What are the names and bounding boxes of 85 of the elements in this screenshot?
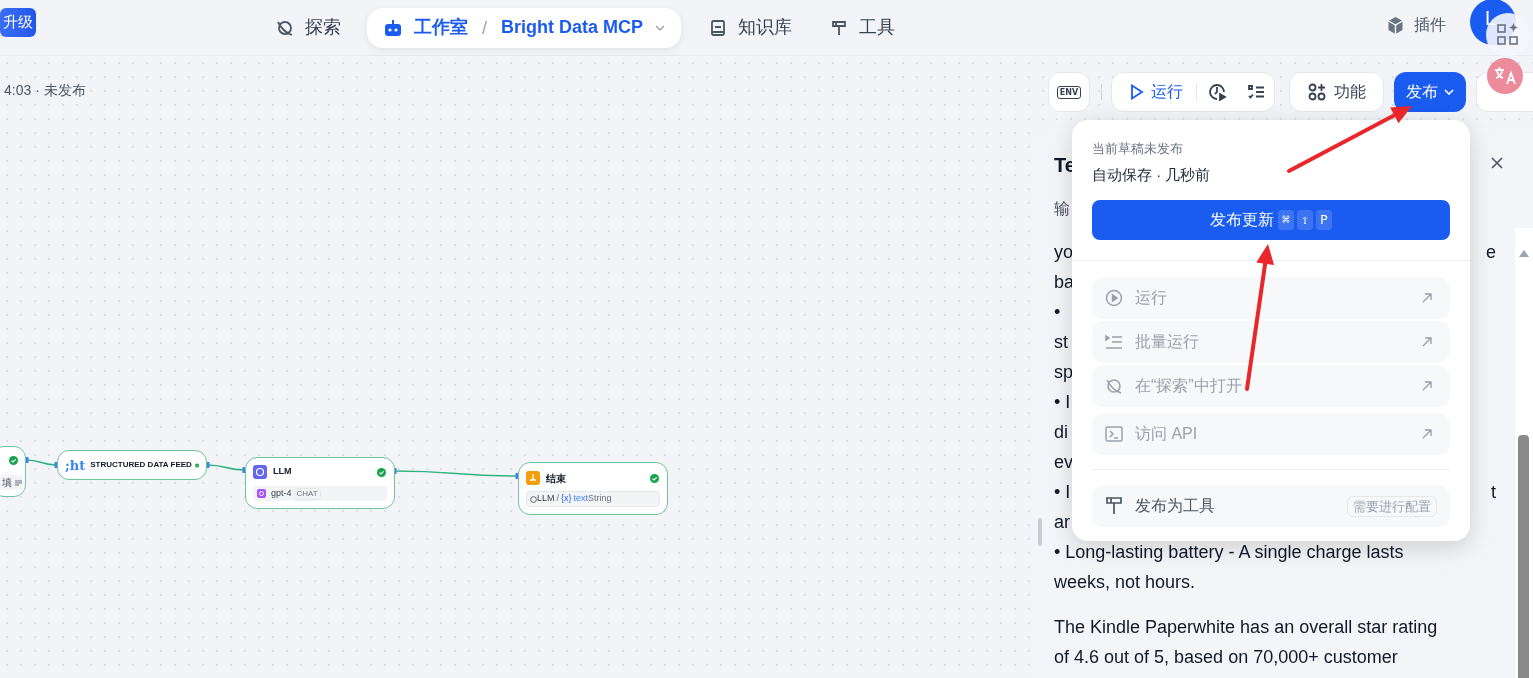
checklist-icon[interactable] <box>1247 84 1265 100</box>
output-text: • I <box>1054 480 1071 504</box>
output-text: • <box>1054 300 1061 324</box>
output-text: • I <box>1054 390 1071 414</box>
external-link-icon <box>1422 381 1432 391</box>
hammer-icon <box>830 18 849 37</box>
output-text: st <box>1054 330 1068 354</box>
output-text: weeks, not hours. <box>1054 570 1196 594</box>
widgets-icon <box>1307 83 1326 101</box>
book-icon <box>709 18 728 37</box>
workflow-node[interactable]: ;ht STRUCTURED DATA FEED <box>57 450 207 480</box>
scroll-up-icon[interactable] <box>1519 250 1529 257</box>
workflow-node[interactable]: 填 <box>0 446 26 497</box>
planet-icon <box>1105 377 1123 395</box>
hammer-icon <box>1105 496 1123 516</box>
terminal-icon <box>1105 426 1123 442</box>
variable-type: String <box>588 492 612 506</box>
connector-line <box>25 457 58 468</box>
nav-link[interactable]: 知识库 <box>738 14 793 41</box>
chevron-down-icon <box>1444 89 1454 95</box>
output-text: e <box>1486 240 1496 264</box>
output-text: sp <box>1054 360 1073 384</box>
draft-state-text: 当前草稿未发布 <box>1092 140 1184 158</box>
config-required-tag: 需要进行配置 <box>1347 495 1437 517</box>
output-text: of 4.6 out of 5, based on 70,000+ customer <box>1054 645 1398 669</box>
output-text: yo <box>1054 240 1073 264</box>
node-title: STRUCTURED DATA FEED <box>90 459 192 471</box>
output-text: di <box>1054 420 1068 444</box>
nav-link[interactable]: 探索 <box>305 14 341 41</box>
batch-list-icon <box>1105 334 1123 350</box>
output-text: t <box>1491 480 1496 504</box>
node-title: 结束 <box>546 471 566 486</box>
play-circle-icon <box>1105 289 1123 307</box>
autosave-text: 自动保存 · 几秒前 <box>1092 165 1212 185</box>
node-title: LLM <box>273 465 292 479</box>
external-link-icon <box>1422 429 1432 439</box>
model-name: gpt-4 <box>271 486 292 500</box>
plugins-link[interactable]: 插件 <box>1414 13 1446 37</box>
shortcut-key: P <box>1315 210 1332 230</box>
nav-tab[interactable]: 工作室 / Bright Data MCP <box>367 7 682 48</box>
output-text: ar <box>1054 510 1070 534</box>
project-name[interactable]: Bright Data MCP <box>501 14 644 41</box>
history-icon[interactable] <box>1207 82 1227 102</box>
connector-line <box>206 462 246 473</box>
breadcrumb-separator: / <box>482 16 487 40</box>
model-icon <box>257 489 266 498</box>
output-text: ev <box>1054 450 1073 474</box>
llm-icon <box>253 465 267 479</box>
draft-status: 4:03 · 未发布 <box>4 81 86 100</box>
chevron-down-icon[interactable] <box>655 24 666 31</box>
publish-update-button[interactable]: 发布更新 ⌘ ⇧ P <box>1092 200 1450 240</box>
features-button[interactable]: 功能 <box>1289 72 1384 112</box>
output-text: • Long-lasting battery - A single charge lasts <box>1054 540 1404 564</box>
workflow-node[interactable]: LLM gpt-4 CHAT <box>245 457 395 509</box>
cube-icon[interactable] <box>1386 15 1405 35</box>
scrollbar-thumb[interactable] <box>1518 435 1529 678</box>
source-icon <box>530 495 537 503</box>
publish-button[interactable]: 发布 <box>1394 72 1466 112</box>
external-link-icon <box>1422 337 1432 347</box>
menu-item[interactable]: 发布为工具 需要进行配置 <box>1092 485 1450 527</box>
end-icon <box>526 471 540 485</box>
list-icon <box>15 479 22 486</box>
panel-tab[interactable]: 输 <box>1054 197 1070 221</box>
close-icon[interactable] <box>1491 157 1503 169</box>
shortcut-key: ⇧ <box>1297 210 1313 230</box>
node-label: 填 <box>2 477 12 488</box>
variable-source: LLM <box>537 492 555 506</box>
path-separator: / <box>556 492 560 506</box>
variable-type-icon: {x} <box>561 492 572 506</box>
shortcut-key: ⌘ <box>1278 210 1295 230</box>
nav-tab-label: 工作室 <box>414 16 468 39</box>
mode-tag: CHAT <box>293 487 321 500</box>
planet-icon <box>276 18 294 37</box>
external-link-icon <box>1422 293 1432 303</box>
workflow-node[interactable]: 结束 LLM / {x} textString <box>518 462 668 515</box>
plugin-logo: ;ht <box>65 458 86 472</box>
nav-link[interactable]: 工具 <box>859 14 896 41</box>
env-label: ENV <box>1056 85 1082 99</box>
robot-icon <box>383 18 403 37</box>
upgrade-button[interactable]: 升级 <box>0 8 36 37</box>
env-button[interactable]: ENV <box>1048 72 1090 112</box>
play-icon <box>1130 84 1144 100</box>
run-button[interactable]: 运行 <box>1130 80 1183 104</box>
resize-handle[interactable] <box>1038 518 1042 546</box>
output-text: The Kindle Paperwhite has an overall star rating <box>1054 615 1438 639</box>
